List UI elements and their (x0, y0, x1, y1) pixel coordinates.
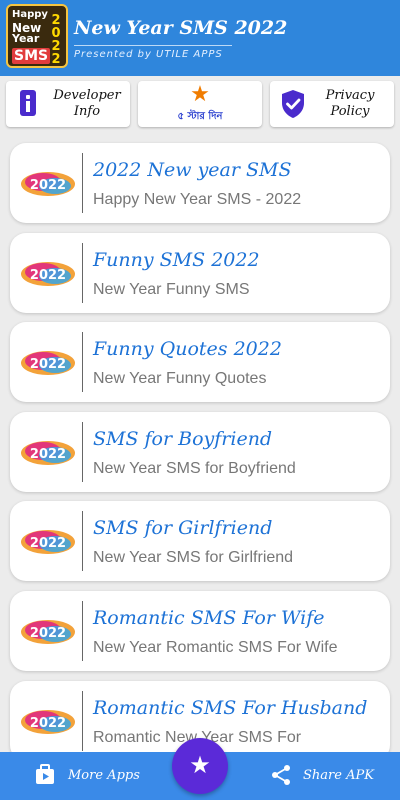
list-item[interactable]: 2022 SMS for Boyfriend New Year SMS for … (10, 412, 390, 492)
app-title: New Year SMS 2022 (74, 17, 288, 39)
item-title: SMS for Boyfriend (93, 428, 273, 450)
list-item[interactable]: 2022 2022 New year SMS Happy New Year SM… (10, 143, 390, 223)
svg-text:2022: 2022 (30, 357, 66, 372)
svg-text:2022: 2022 (30, 447, 66, 462)
item-title: Funny Quotes 2022 (93, 338, 282, 360)
item-divider (82, 422, 83, 482)
item-title: SMS for Girlfriend (93, 517, 273, 539)
new-year-2022-icon: 2022 (21, 530, 75, 554)
app-bar: Happy New Year SMS 2022 New Year SMS 202… (0, 0, 400, 76)
item-title: 2022 New year SMS (93, 159, 292, 181)
item-subtitle: New Year SMS for Girlfriend (93, 549, 294, 566)
list-item[interactable]: 2022 Funny SMS 2022 New Year Funny SMS (10, 233, 390, 313)
list-item[interactable]: 2022 Romantic SMS For Wife New Year Roma… (10, 591, 390, 671)
developer-info-line1: Developer (53, 88, 121, 103)
developer-info-line2: Info (73, 104, 101, 119)
svg-text:2022: 2022 (30, 716, 66, 731)
privacy-policy-button[interactable]: Privacy Policy (270, 81, 394, 127)
item-divider (82, 691, 83, 751)
item-title: Funny SMS 2022 (93, 249, 260, 271)
rate-label: ৫ স্টার দিন (177, 111, 223, 122)
item-divider (82, 153, 83, 213)
logo-text-year: Year (12, 32, 40, 45)
rate-fab-button[interactable]: ★ (172, 738, 228, 794)
more-apps-icon (36, 764, 54, 784)
share-apk-label: Share APK (303, 768, 374, 783)
item-divider (82, 332, 83, 392)
item-subtitle: Happy New Year SMS - 2022 (93, 191, 302, 208)
share-icon (272, 765, 290, 785)
rate-five-star-button[interactable]: ★ ৫ স্টার দিন (138, 81, 262, 127)
logo-text-sms: SMS (12, 48, 51, 64)
privacy-policy-label: Privacy Policy (310, 88, 390, 120)
svg-text:2022: 2022 (30, 536, 66, 551)
item-title: Romantic SMS For Wife (93, 607, 325, 629)
item-divider (82, 511, 83, 571)
svg-text:2022: 2022 (30, 178, 66, 193)
item-divider (82, 601, 83, 661)
title-underline (74, 45, 232, 46)
app-logo: Happy New Year SMS 2022 (6, 4, 68, 68)
shield-check-icon (282, 90, 304, 118)
item-subtitle: New Year Funny Quotes (93, 370, 267, 387)
new-year-2022-icon: 2022 (21, 351, 75, 375)
new-year-2022-icon: 2022 (21, 620, 75, 644)
star-icon: ★ (189, 752, 211, 779)
developer-info-label: Developer Info (44, 88, 130, 120)
new-year-2022-icon: 2022 (21, 441, 75, 465)
more-apps-button[interactable]: More Apps (30, 752, 150, 800)
star-icon: ★ (190, 81, 210, 106)
new-year-2022-icon: 2022 (21, 262, 75, 286)
logo-year-digits: 2022 (51, 13, 61, 67)
item-divider (82, 243, 83, 303)
more-apps-label: More Apps (68, 768, 140, 783)
share-apk-button[interactable]: Share APK (268, 752, 380, 800)
developer-info-button[interactable]: Developer Info (6, 81, 130, 127)
app-subtitle: Presented by UTILE APPS (74, 49, 223, 60)
list-item[interactable]: 2022 SMS for Girlfriend New Year SMS for… (10, 501, 390, 581)
item-subtitle: New Year Funny SMS (93, 281, 250, 298)
list-item[interactable]: 2022 Funny Quotes 2022 New Year Funny Qu… (10, 322, 390, 402)
logo-text-happy: Happy (12, 9, 48, 20)
privacy-line1: Privacy (325, 88, 375, 103)
new-year-2022-icon: 2022 (21, 172, 75, 196)
svg-text:2022: 2022 (30, 626, 66, 641)
privacy-line2: Policy (330, 104, 370, 119)
item-title: Romantic SMS For Husband (93, 697, 368, 719)
info-icon (20, 90, 36, 116)
item-subtitle: New Year SMS for Boyfriend (93, 460, 296, 477)
svg-text:2022: 2022 (30, 268, 66, 283)
new-year-2022-icon: 2022 (21, 710, 75, 734)
item-subtitle: New Year Romantic SMS For Wife (93, 639, 338, 656)
